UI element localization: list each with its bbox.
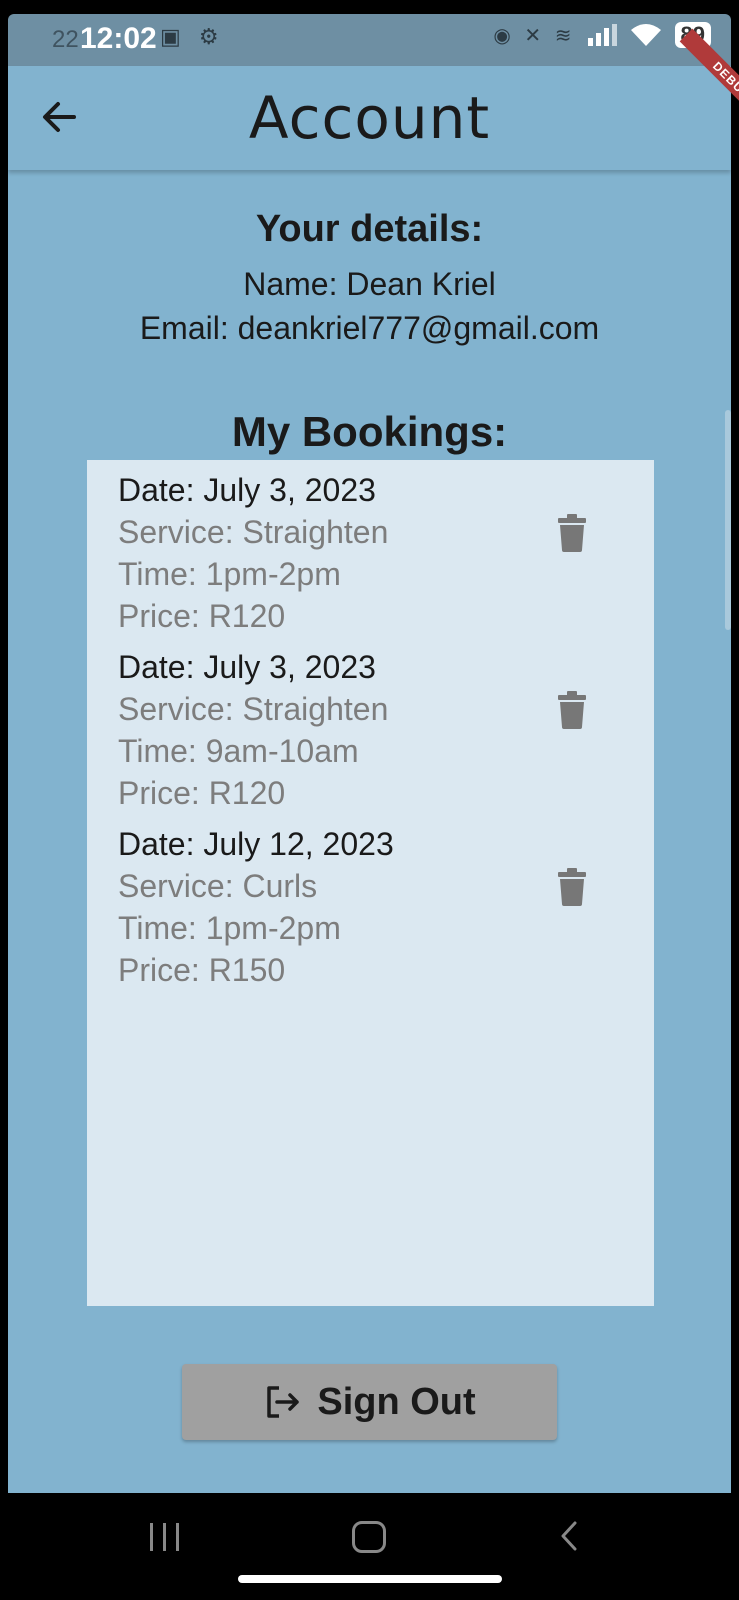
trash-icon[interactable] bbox=[557, 691, 587, 729]
bookings-heading: My Bookings: bbox=[231, 408, 508, 455]
trash-icon[interactable] bbox=[557, 868, 587, 906]
bookings-list[interactable]: Date: July 3, 2023 Service: Straighten T… bbox=[87, 460, 654, 1306]
sign-out-icon bbox=[267, 1386, 300, 1418]
booking-item: Date: July 3, 2023 Service: Straighten T… bbox=[87, 460, 654, 636]
app-bar: Account DEBUG bbox=[8, 28, 739, 170]
booking-price: Price: R120 bbox=[118, 598, 286, 634]
home-button[interactable] bbox=[352, 1521, 386, 1553]
status-bar-time: 12:02 bbox=[80, 22, 157, 55]
wifi-icon bbox=[630, 24, 661, 46]
status-bar: 22 12:02 ▣ ⚙ ◉ ✕ ≋ 89 bbox=[8, 14, 731, 66]
booking-date: Date: July 12, 2023 bbox=[118, 826, 394, 862]
sign-out-label: Sign Out bbox=[317, 1380, 476, 1423]
booking-date: Date: July 3, 2023 bbox=[118, 649, 376, 685]
notification-icons: ▣ ⚙ bbox=[160, 24, 225, 49]
scrollbar[interactable] bbox=[725, 410, 731, 630]
booking-date: Date: July 3, 2023 bbox=[118, 472, 376, 508]
booking-item: Date: July 3, 2023 Service: Straighten T… bbox=[87, 637, 654, 813]
booking-time: Time: 1pm-2pm bbox=[118, 556, 341, 592]
booking-item: Date: July 12, 2023 Service: Curls Time:… bbox=[87, 814, 654, 990]
booking-service: Service: Curls bbox=[118, 868, 318, 904]
booking-service: Service: Straighten bbox=[118, 514, 389, 550]
status-bar-right: ◉ ✕ ≋ 89 bbox=[493, 22, 711, 48]
booking-time: Time: 1pm-2pm bbox=[118, 910, 341, 946]
booking-price: Price: R150 bbox=[118, 952, 286, 988]
user-email: Email: deankriel777@gmail.com bbox=[139, 310, 600, 346]
booking-time: Time: 9am-10am bbox=[118, 733, 359, 769]
trash-icon[interactable] bbox=[557, 514, 587, 552]
page-title: Account bbox=[248, 84, 491, 152]
details-heading: Your details: bbox=[255, 208, 484, 250]
account-body: Your details: Name: Dean Kriel Email: de… bbox=[8, 170, 731, 1493]
signal-icon bbox=[587, 24, 617, 46]
booking-service: Service: Straighten bbox=[118, 691, 389, 727]
booking-price: Price: R120 bbox=[118, 775, 286, 811]
user-name: Name: Dean Kriel bbox=[243, 266, 496, 302]
nav-back-icon[interactable] bbox=[555, 1519, 585, 1553]
home-indicator[interactable] bbox=[238, 1575, 502, 1583]
recents-button[interactable] bbox=[150, 1523, 184, 1553]
system-nav-bar bbox=[0, 1493, 739, 1600]
status-bar-ghost-text: 22 bbox=[52, 26, 79, 53]
sign-out-button[interactable]: Sign Out bbox=[182, 1364, 557, 1440]
phone-screen: 22 12:02 ▣ ⚙ ◉ ✕ ≋ 89 Account DEBUG Your… bbox=[0, 0, 739, 1600]
system-status-icons: ◉ ✕ ≋ bbox=[493, 24, 576, 47]
